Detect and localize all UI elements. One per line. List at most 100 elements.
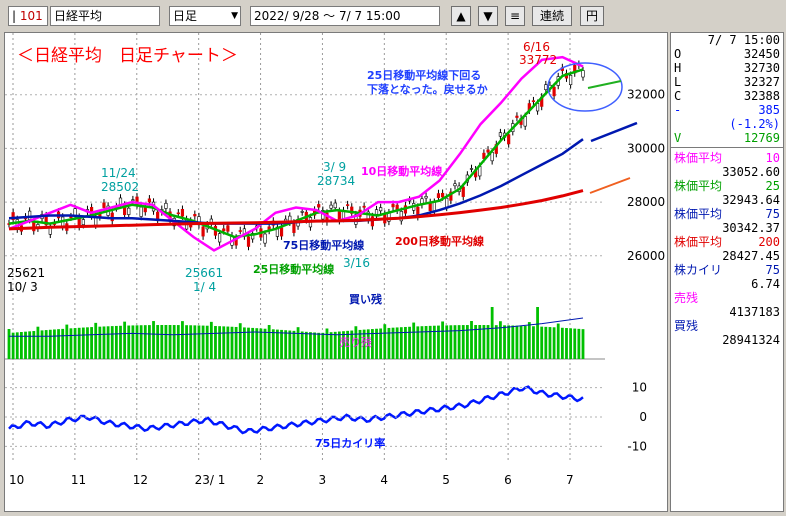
label-buy-balance: 買い残 <box>349 292 382 306</box>
annot-jun-price: 33772 <box>519 53 557 67</box>
candle-body <box>110 212 114 222</box>
volume-bar <box>420 326 424 359</box>
volume-bar <box>61 328 65 359</box>
yen-button[interactable]: 円 <box>580 6 604 26</box>
volume-bar <box>86 327 89 359</box>
volume-bar <box>474 325 478 359</box>
volume-bar <box>77 327 81 359</box>
candle-body <box>292 222 296 233</box>
x-tick-label: 5 <box>442 473 450 487</box>
volume-bar <box>395 327 399 359</box>
panel-kairi-period: 75 <box>765 263 780 277</box>
period-select[interactable]: 日足 ▼ <box>169 6 241 26</box>
candle-body <box>469 168 474 170</box>
candle-body <box>523 116 527 127</box>
stock-chart: 32000 30000 28000 26000 10 0 -10 10 11 12 23/ 1 2… <box>5 33 665 487</box>
panel-close-label: C <box>674 89 682 103</box>
candle-body <box>300 211 304 213</box>
panel-volume-label: V <box>674 131 682 145</box>
volume-bar <box>288 330 292 359</box>
volume-bar <box>185 325 188 359</box>
candle-body <box>362 205 366 208</box>
panel-ma10-value: 33052.60 <box>722 165 780 179</box>
panel-close-value: 32388 <box>743 89 780 103</box>
volume-bar <box>494 325 498 359</box>
annot-comment-2: 下落となった。戻せるか <box>367 82 488 96</box>
toolbar: | 101 日経平均 日足 ▼ 2022/ 9/28 ～ 7/ 7 15:00 ▲… <box>0 0 786 32</box>
annot-low-price: 25621 <box>7 266 45 280</box>
volume-bar <box>139 325 143 359</box>
highlight-ellipse <box>547 62 623 112</box>
candle-body <box>81 219 85 225</box>
panel-ma200-head: 株価平均 200 <box>674 235 780 249</box>
candle-body <box>445 197 449 208</box>
panel-volume-value: 12769 <box>743 131 780 145</box>
volume-bar <box>230 326 234 359</box>
volume-bar <box>404 326 407 359</box>
stock-name-field[interactable]: 日経平均 <box>50 6 160 26</box>
annot-mar16: 3/16 <box>343 256 370 270</box>
panel-ma75-head: 株価平均 75 <box>674 207 780 221</box>
annot-mar-price: 28734 <box>317 174 355 188</box>
kairi-tick-label: 10 <box>632 381 647 395</box>
volume-bar <box>106 326 110 359</box>
x-tick-label: 12 <box>133 473 148 487</box>
volume-bar <box>81 327 85 359</box>
panel-volume: V 12769 <box>674 131 780 145</box>
volume-bar <box>40 330 44 359</box>
volume-bar <box>441 321 444 359</box>
panel-buy-label: 買残 <box>674 319 699 333</box>
annot-jan-date: 1/ 4 <box>193 280 216 294</box>
panel-change-pct: (-1.2%) <box>729 117 780 131</box>
candle-body <box>424 196 428 199</box>
volume-bar <box>321 332 325 359</box>
volume-bar <box>102 326 106 359</box>
candle-body <box>317 204 321 208</box>
candle-body <box>131 199 135 202</box>
label-ma75: 75日移動平均線 <box>283 238 364 252</box>
label-ma10: 10日移動平均線 <box>361 164 442 178</box>
price-tick-label: 28000 <box>627 195 665 209</box>
menu-button[interactable]: ≡ <box>505 6 525 26</box>
volume-bar <box>98 326 102 359</box>
volume-bar <box>65 324 69 359</box>
arrow-blue <box>590 121 638 143</box>
candle-body <box>279 227 284 237</box>
volume-bar <box>565 328 568 359</box>
volume-bars <box>5 307 605 360</box>
down-arrow-button[interactable]: ▼ <box>478 6 498 26</box>
panel-change-label: - <box>674 103 682 117</box>
volume-bar <box>511 325 515 359</box>
stock-code-field[interactable]: | 101 <box>8 6 48 26</box>
up-arrow-button[interactable]: ▲ <box>451 6 471 26</box>
panel-sell-label: 売残 <box>674 291 699 305</box>
candle-body <box>218 233 222 243</box>
candle-body <box>440 192 445 198</box>
volume-bar <box>399 327 403 359</box>
volume-bar <box>536 307 539 359</box>
volume-bar <box>135 325 139 359</box>
volume-bar <box>548 327 552 359</box>
annot-mar-date: 3/ 9 <box>323 160 346 174</box>
volume-bar <box>238 323 242 359</box>
candle-body <box>193 214 197 217</box>
panel-buy-value: 28941324 <box>722 333 780 347</box>
candle-body <box>569 74 573 86</box>
volume-bar <box>527 322 531 359</box>
volume-bar <box>519 325 523 359</box>
panel-high-label: H <box>674 61 682 75</box>
volume-bar <box>292 330 296 359</box>
volume-bar <box>437 325 440 359</box>
volume-bar <box>267 325 271 359</box>
panel-kairi-head: 株カイリ 75 <box>674 263 780 277</box>
panel-change-value: 385 <box>758 103 780 117</box>
volume-bar <box>205 325 209 359</box>
volume-bar <box>280 329 283 359</box>
volume-bar <box>329 332 333 359</box>
volume-bar <box>197 325 201 359</box>
volume-bar <box>259 328 263 359</box>
date-range-field[interactable]: 2022/ 9/28 ～ 7/ 7 15:00 <box>250 6 440 26</box>
volume-bar <box>164 325 168 359</box>
continuous-button[interactable]: 連続 <box>532 6 572 26</box>
volume-bar <box>119 325 122 359</box>
